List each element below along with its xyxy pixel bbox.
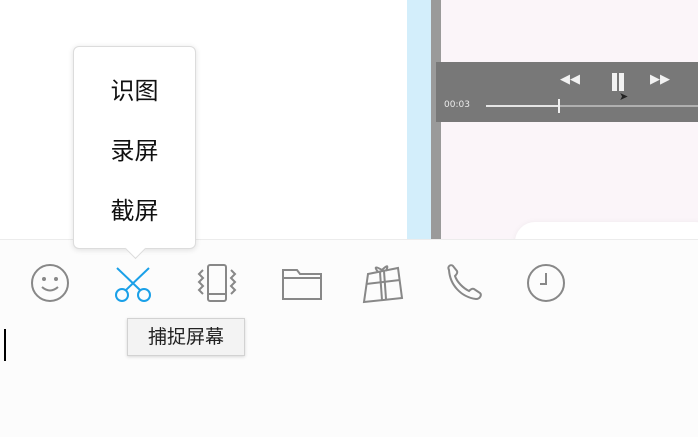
mouse-cursor-icon: ➤ [619, 90, 629, 103]
menu-item-screen-record[interactable]: 录屏 [74, 131, 195, 171]
capture-menu: 识图 录屏 截屏 [73, 46, 196, 260]
scissors-icon[interactable] [110, 260, 156, 306]
phone-icon[interactable] [441, 260, 487, 306]
chat-bubble-edge [407, 0, 431, 239]
gift-box-icon[interactable] [360, 260, 406, 306]
fast-forward-icon[interactable]: ▶▶ [650, 70, 670, 90]
video-progress [486, 105, 559, 107]
video-time: 00:03 [444, 100, 470, 110]
video-seek-bar[interactable] [486, 99, 698, 113]
video-controls: ◀◀ ▶▶ ➤ 00:03 [436, 62, 698, 122]
tooltip: 捕捉屏幕 [127, 318, 245, 356]
phone-shake-icon[interactable] [194, 260, 240, 306]
clock-icon[interactable] [523, 260, 569, 306]
folder-icon[interactable] [279, 260, 325, 306]
pause-icon[interactable] [608, 70, 628, 91]
rewind-icon[interactable]: ◀◀ [560, 70, 580, 90]
video-message[interactable]: ◀◀ ▶▶ ➤ 00:03 [407, 0, 698, 239]
message-input-area[interactable]: 捕捉屏幕 [0, 239, 698, 437]
video-seek-knob[interactable] [558, 99, 561, 113]
menu-item-recognize-image[interactable]: 识图 [74, 71, 195, 111]
emoji-icon[interactable] [27, 260, 73, 306]
message-bubble [515, 222, 698, 239]
text-caret [4, 329, 6, 361]
menu-item-screenshot[interactable]: 截屏 [74, 191, 195, 231]
